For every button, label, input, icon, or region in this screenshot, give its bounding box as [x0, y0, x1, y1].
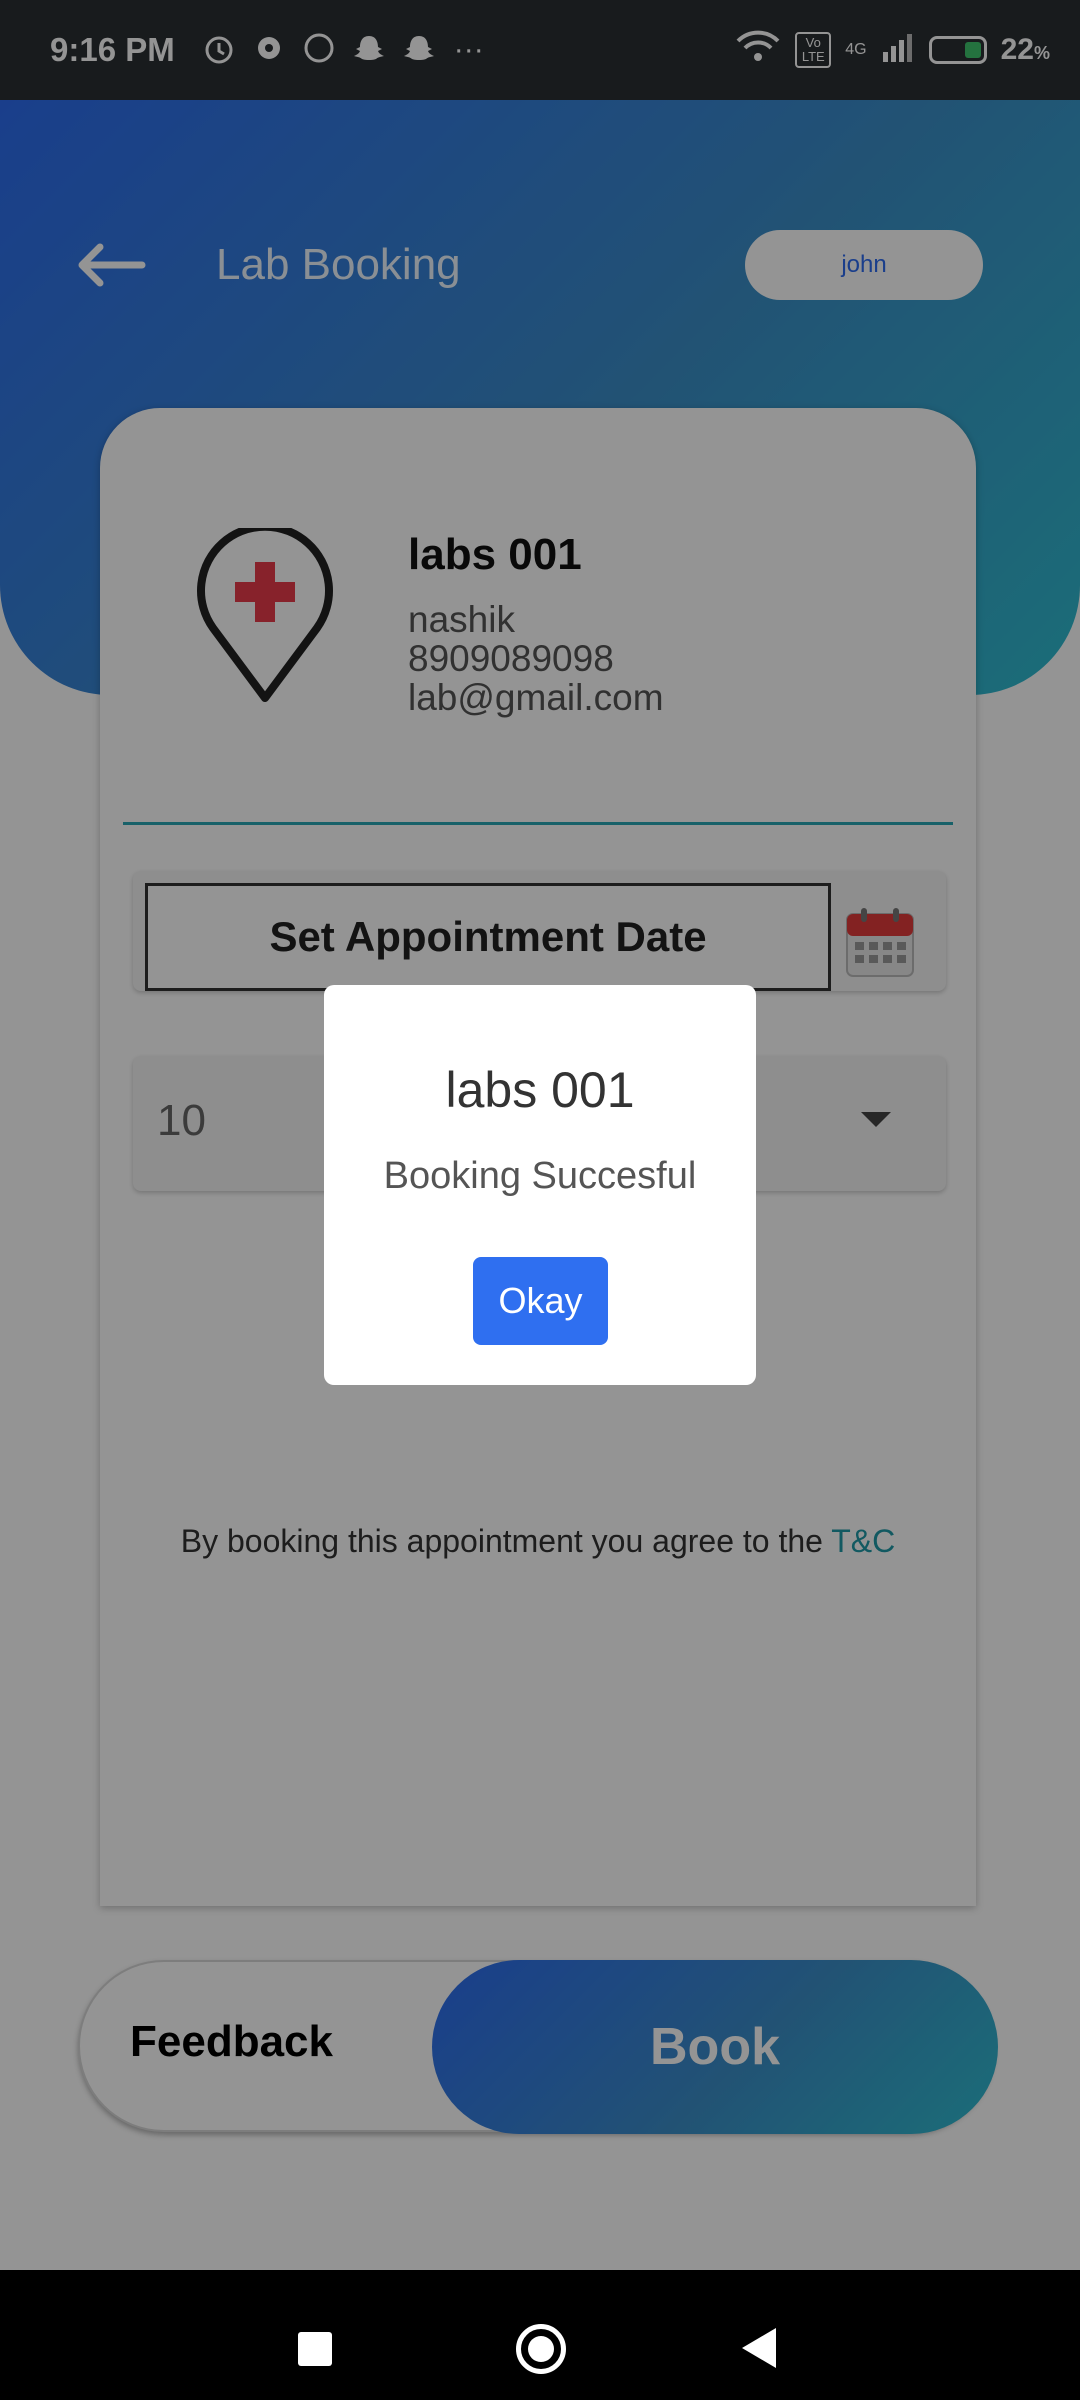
- okay-button[interactable]: Okay: [473, 1257, 608, 1345]
- dialog-title: labs 001: [445, 1062, 635, 1118]
- home-icon[interactable]: [516, 2324, 566, 2374]
- navigation-bar: [0, 2270, 1080, 2400]
- booking-success-dialog: labs 001 Booking Succesful Okay: [324, 985, 756, 1385]
- recents-icon[interactable]: [298, 2332, 332, 2366]
- dialog-message: Booking Succesful: [383, 1155, 697, 1197]
- back-icon[interactable]: [742, 2328, 776, 2368]
